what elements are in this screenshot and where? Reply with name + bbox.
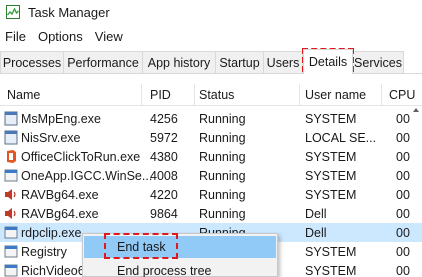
tab-app-history[interactable]: App history <box>142 51 216 73</box>
app-window-icon <box>4 245 18 258</box>
menu-view[interactable]: View <box>89 29 129 44</box>
process-user: SYSTEM <box>305 187 357 202</box>
office-icon <box>7 150 16 163</box>
column-status[interactable]: Status <box>199 84 234 106</box>
process-pid: 4220 <box>150 187 178 202</box>
process-status: Running <box>199 149 246 164</box>
end-process-tree-menu-item[interactable]: End process tree <box>84 260 276 277</box>
table-row[interactable]: RAVBg64.exe 4220 Running SYSTEM 00 <box>0 185 422 204</box>
process-pid: 4256 <box>150 111 178 126</box>
process-status: Running <box>199 168 246 183</box>
column-user-name[interactable]: User name <box>305 84 366 106</box>
process-name: Registry <box>21 244 67 259</box>
table-row[interactable]: NisSrv.exe 5972 Running LOCAL SE... 00 <box>0 128 422 147</box>
table-row[interactable]: RAVBg64.exe 9864 Running Dell 00 <box>0 204 422 223</box>
column-name[interactable]: Name <box>7 84 40 106</box>
defender-app-icon <box>4 111 18 126</box>
context-menu: End task End process tree <box>82 233 278 277</box>
process-cpu: 00 <box>396 263 410 277</box>
defender-app-icon <box>4 130 18 145</box>
column-divider <box>141 84 142 106</box>
tab-users[interactable]: Users <box>263 51 303 73</box>
process-cpu: 00 <box>396 168 410 183</box>
process-user: SYSTEM <box>305 244 357 259</box>
process-name: RAVBg64.exe <box>21 206 99 221</box>
column-header: Name PID Status User name CPU <box>0 84 422 106</box>
menu-bar: File Options View <box>0 26 129 46</box>
tab-processes[interactable]: Processes <box>0 51 64 73</box>
process-pid: 4008 <box>150 168 178 183</box>
process-cpu: 00 <box>396 206 410 221</box>
process-user: SYSTEM <box>305 168 357 183</box>
tab-bar: Processes Performance App history Startu… <box>0 49 422 74</box>
process-user: LOCAL SE... <box>305 130 377 145</box>
table-row[interactable]: MsMpEng.exe 4256 Running SYSTEM 00 <box>0 109 422 128</box>
process-user: SYSTEM <box>305 263 357 277</box>
table-row[interactable]: OneApp.IGCC.WinSe... 4008 Running SYSTEM… <box>0 166 422 185</box>
app-window-icon <box>4 169 18 182</box>
speaker-icon <box>5 208 16 219</box>
process-cpu: 00 <box>396 130 410 145</box>
process-user: Dell <box>305 225 327 240</box>
process-name: OfficeClickToRun.exe <box>21 149 141 164</box>
tab-performance[interactable]: Performance <box>63 51 143 73</box>
app-window-icon <box>4 264 18 277</box>
process-status: Running <box>199 187 246 202</box>
process-user: Dell <box>305 206 327 221</box>
column-divider <box>194 84 195 106</box>
process-user: SYSTEM <box>305 111 357 126</box>
column-divider <box>381 84 382 106</box>
process-status: Running <box>199 111 246 126</box>
process-cpu: 00 <box>396 244 410 259</box>
menu-options[interactable]: Options <box>32 29 89 44</box>
process-pid: 5972 <box>150 130 178 145</box>
speaker-icon <box>5 189 16 200</box>
process-name: OneApp.IGCC.WinSe... <box>21 168 153 183</box>
title-bar: Task Manager <box>0 0 422 24</box>
process-cpu: 00 <box>396 111 410 126</box>
tab-startup[interactable]: Startup <box>215 51 264 73</box>
menu-file[interactable]: File <box>0 29 32 44</box>
process-cpu: 00 <box>396 225 410 240</box>
process-pid: 4380 <box>150 149 178 164</box>
tab-services[interactable]: Services <box>352 51 404 73</box>
process-name: rdpclip.exe <box>21 225 82 240</box>
process-user: SYSTEM <box>305 149 357 164</box>
column-divider <box>299 84 300 106</box>
process-name: NisSrv.exe <box>21 130 81 145</box>
end-task-menu-item[interactable]: End task <box>84 236 276 258</box>
process-cpu: 00 <box>396 187 410 202</box>
process-name: MsMpEng.exe <box>21 111 101 126</box>
process-status: Running <box>199 130 246 145</box>
process-name: RAVBg64.exe <box>21 187 99 202</box>
window-title: Task Manager <box>28 4 110 20</box>
column-cpu[interactable]: CPU <box>389 84 415 106</box>
process-cpu: 00 <box>396 149 410 164</box>
process-status: Running <box>199 206 246 221</box>
column-pid[interactable]: PID <box>150 84 171 106</box>
app-window-icon <box>4 226 18 239</box>
table-row[interactable]: OfficeClickToRun.exe 4380 Running SYSTEM… <box>0 147 422 166</box>
task-manager-icon <box>6 5 20 19</box>
tab-details[interactable]: Details <box>303 49 353 74</box>
process-pid: 9864 <box>150 206 178 221</box>
